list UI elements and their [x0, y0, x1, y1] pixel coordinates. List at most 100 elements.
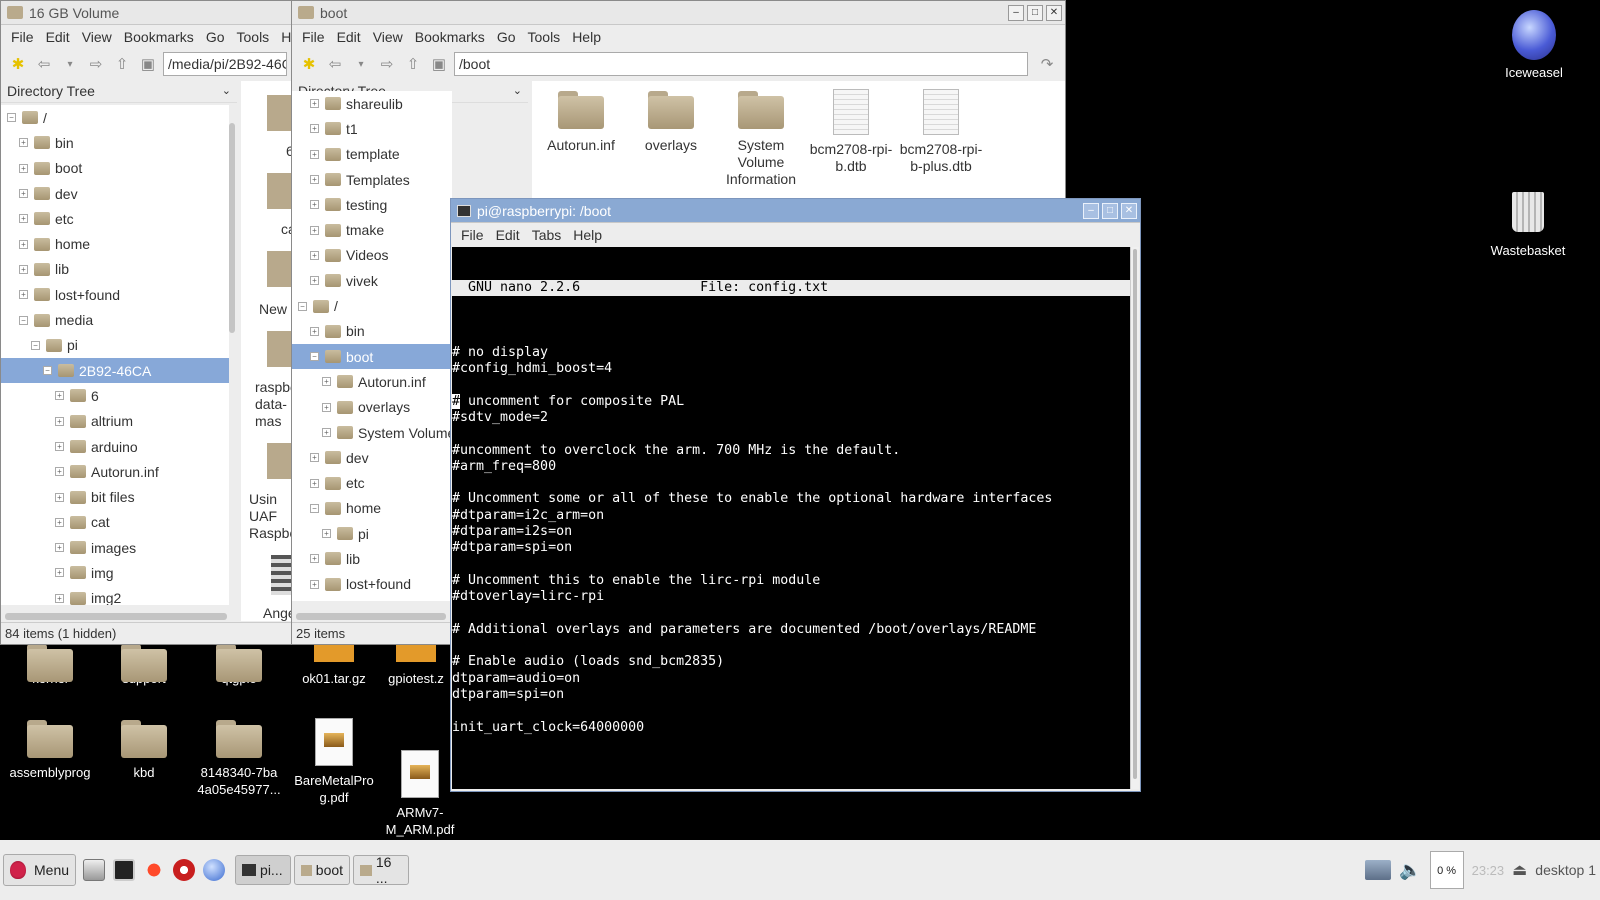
tree-item[interactable]: + lib: [292, 546, 452, 571]
close-button[interactable]: ✕: [1046, 4, 1062, 21]
expand-icon[interactable]: +: [310, 554, 319, 564]
tree-item[interactable]: + Autorun.inf: [292, 369, 452, 394]
go-arrow-icon[interactable]: ↷: [1036, 55, 1058, 73]
tree-item[interactable]: + dev: [292, 445, 452, 470]
address-bar[interactable]: /media/pi/2B92-46CA: [163, 52, 287, 76]
expand-icon[interactable]: +: [322, 377, 331, 387]
expand-icon[interactable]: +: [310, 149, 319, 159]
task-boot[interactable]: boot: [294, 855, 351, 885]
tree-scrollbar[interactable]: [229, 123, 235, 333]
expand-icon[interactable]: +: [19, 138, 28, 148]
menu-go[interactable]: Go: [200, 29, 231, 45]
tree-item[interactable]: +media: [292, 597, 452, 601]
eject-icon[interactable]: ⏏: [1512, 860, 1527, 880]
expand-icon[interactable]: +: [310, 453, 319, 463]
tree-item[interactable]: − /: [1, 105, 229, 130]
expand-icon[interactable]: +: [322, 529, 331, 539]
file-fragment-4[interactable]: [267, 443, 293, 479]
collapse-icon[interactable]: −: [298, 301, 307, 311]
expand-icon[interactable]: +: [19, 189, 28, 199]
terminal-scrollbar[interactable]: [1130, 247, 1139, 789]
window-titlebar[interactable]: 16 GB Volume: [1, 1, 291, 25]
window-titlebar[interactable]: boot – □ ✕: [292, 1, 1065, 25]
file-manager-icon[interactable]: [83, 859, 106, 881]
tree-item[interactable]: + Autorun.inf: [1, 459, 229, 484]
file-fragment-2[interactable]: [267, 251, 293, 287]
tree-item[interactable]: + etc: [1, 206, 229, 231]
desktop-icon-qtgpio[interactable]: qtgpio: [191, 644, 287, 687]
menu-bookmarks[interactable]: Bookmarks: [409, 29, 491, 45]
history-chevron-icon[interactable]: ▾: [59, 59, 81, 70]
expand-icon[interactable]: +: [55, 416, 64, 426]
cpu-monitor[interactable]: 0 %: [1429, 851, 1464, 889]
expand-icon[interactable]: +: [322, 402, 331, 412]
tree-item[interactable]: + overlays: [292, 395, 452, 420]
file-item-overlays[interactable]: overlays: [626, 91, 716, 154]
back-arrow-icon[interactable]: ⇦: [33, 55, 55, 73]
tree-item[interactable]: − home: [292, 496, 452, 521]
film-icon[interactable]: [271, 555, 293, 595]
forward-arrow-icon[interactable]: ⇨: [376, 55, 398, 73]
desktop-icon-kbd[interactable]: kbd: [96, 720, 192, 781]
nano-text-area[interactable]: # no display #config_hdmi_boost=4 # uncomm…: [452, 328, 1132, 736]
menu-help[interactable]: Help: [566, 29, 607, 45]
file-item-autorun[interactable]: Autorun.inf: [536, 91, 626, 154]
tree-item[interactable]: + bit files: [1, 484, 229, 509]
expand-icon[interactable]: +: [55, 492, 64, 502]
collapse-icon[interactable]: −: [7, 113, 16, 123]
expand-icon[interactable]: +: [19, 214, 28, 224]
desktop-icon-assemblyprog[interactable]: assemblyprog: [2, 720, 98, 781]
menu-edit[interactable]: Edit: [331, 29, 367, 45]
expand-icon[interactable]: +: [55, 517, 64, 527]
menu-tools[interactable]: Tools: [231, 29, 276, 45]
tree-item[interactable]: − /: [292, 293, 452, 318]
expand-icon[interactable]: +: [55, 391, 64, 401]
tree-item[interactable]: + t1: [292, 116, 452, 141]
maximize-button[interactable]: □: [1027, 4, 1043, 21]
expand-icon[interactable]: +: [19, 290, 28, 300]
expand-icon[interactable]: +: [19, 239, 28, 249]
expand-icon[interactable]: +: [310, 478, 319, 488]
tree-item[interactable]: + img2: [1, 586, 229, 605]
menu-view[interactable]: View: [367, 29, 409, 45]
minimize-button[interactable]: –: [1083, 202, 1099, 219]
expand-icon[interactable]: +: [322, 428, 331, 437]
expand-icon[interactable]: +: [310, 276, 319, 286]
expand-icon[interactable]: +: [19, 163, 28, 173]
expand-icon[interactable]: +: [55, 543, 64, 553]
collapse-icon[interactable]: −: [43, 366, 52, 376]
menu-button[interactable]: Menu: [3, 854, 77, 886]
tree-item[interactable]: + lib: [1, 257, 229, 282]
expand-icon[interactable]: +: [310, 225, 319, 235]
close-button[interactable]: ✕: [1121, 202, 1137, 219]
collapse-icon[interactable]: −: [19, 315, 28, 325]
file-item-dtb-b-plus[interactable]: bcm2708-rpi-b-plus.dtb: [896, 89, 986, 175]
expand-icon[interactable]: +: [19, 264, 28, 274]
desktop-icon-baremetalprog[interactable]: BareMetalPro g.pdf: [286, 718, 382, 806]
menu-help[interactable]: Help: [567, 227, 608, 243]
menu-file[interactable]: File: [455, 227, 490, 243]
network-icon[interactable]: [1365, 860, 1392, 880]
expand-icon[interactable]: +: [310, 326, 319, 336]
minimize-button[interactable]: –: [1008, 4, 1024, 21]
expand-icon[interactable]: +: [55, 593, 64, 603]
file-fragment-0[interactable]: [267, 95, 293, 131]
tree-item[interactable]: + vivek: [292, 268, 452, 293]
file-fragment-1[interactable]: [267, 173, 293, 209]
expand-icon[interactable]: +: [310, 200, 319, 210]
menu-tabs[interactable]: Tabs: [526, 227, 568, 243]
wolfram-icon[interactable]: [173, 859, 196, 881]
task-16gb[interactable]: 16 ...: [353, 854, 410, 886]
tree-item[interactable]: + bin: [1, 130, 229, 155]
tree-item[interactable]: + testing: [292, 192, 452, 217]
tree-item[interactable]: + img: [1, 560, 229, 585]
home-folder-icon[interactable]: ▣: [428, 55, 450, 73]
collapse-icon[interactable]: −: [310, 352, 319, 362]
tree-item[interactable]: + lost+found: [1, 282, 229, 307]
directory-tree-header[interactable]: Directory Tree⌄: [1, 79, 237, 103]
desktop-icon-support[interactable]: support: [96, 644, 192, 687]
tree-item[interactable]: + pi: [292, 521, 452, 546]
tree-item[interactable]: + template: [292, 142, 452, 167]
tree-item[interactable]: + Templates: [292, 167, 452, 192]
tree-item[interactable]: + shareulib: [292, 91, 452, 116]
